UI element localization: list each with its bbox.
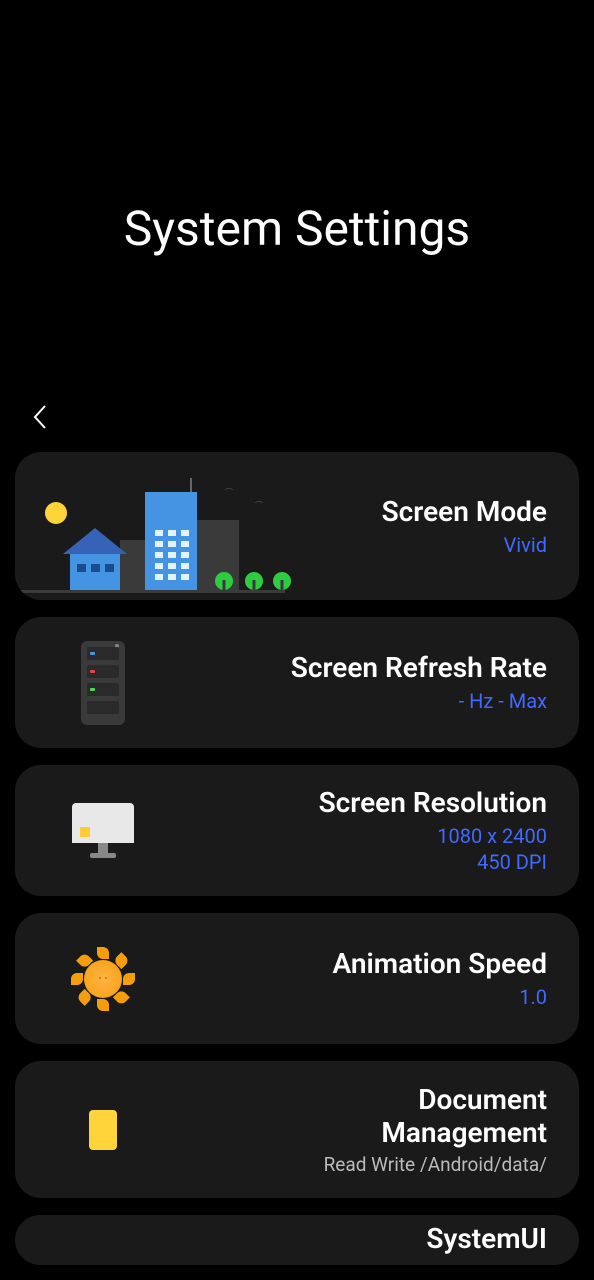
monitor-icon <box>72 803 134 858</box>
refresh-rate-card[interactable]: Screen Refresh Rate - Hz - Max <box>15 617 579 748</box>
card-icon-area <box>33 641 173 725</box>
card-text: Screen Resolution 1080 x 2400 450 DPI <box>173 786 547 875</box>
card-text: Screen Mode Vivid <box>285 495 547 558</box>
setting-value: 1080 x 2400 450 DPI <box>173 823 547 875</box>
header: System Settings <box>0 0 594 257</box>
sun-icon: • • <box>75 951 131 1007</box>
systemui-card[interactable]: SystemUI <box>15 1215 579 1265</box>
animation-speed-card[interactable]: • • Animation Speed 1.0 <box>15 913 579 1044</box>
document-icon <box>89 1110 117 1150</box>
setting-title: Screen Resolution <box>173 786 547 819</box>
setting-value: 1.0 <box>173 984 547 1010</box>
setting-subtitle: Read Write /Android/data/ <box>173 1153 547 1176</box>
setting-value: - Hz - Max <box>173 688 547 714</box>
setting-title: SystemUI <box>33 1222 547 1255</box>
back-button[interactable] <box>28 402 58 432</box>
card-text: Animation Speed 1.0 <box>173 947 547 1010</box>
card-icon-area <box>33 803 173 858</box>
chevron-left-icon <box>28 402 52 432</box>
screen-mode-card[interactable]: ⌒ ⌒ Screen Mode Vivid <box>15 452 579 600</box>
resolution-card[interactable]: Screen Resolution 1080 x 2400 450 DPI <box>15 765 579 896</box>
setting-title: Screen Mode <box>285 495 547 528</box>
card-text: SystemUI <box>33 1222 547 1259</box>
setting-title: Animation Speed <box>173 947 547 980</box>
setting-title: Document Management <box>173 1083 547 1149</box>
setting-value: Vivid <box>285 532 547 558</box>
setting-title: Screen Refresh Rate <box>173 651 547 684</box>
card-text: Screen Refresh Rate - Hz - Max <box>173 651 547 714</box>
settings-list: ⌒ ⌒ Screen Mode Vivid Screen Refresh Rat… <box>0 452 594 1265</box>
city-illustration-icon: ⌒ ⌒ <box>15 452 285 600</box>
page-title: System Settings <box>0 200 594 257</box>
card-icon-area <box>33 1110 173 1150</box>
card-icon-area: • • <box>33 951 173 1007</box>
server-rack-icon <box>81 641 125 725</box>
card-text: Document Management Read Write /Android/… <box>173 1083 547 1176</box>
document-management-card[interactable]: Document Management Read Write /Android/… <box>15 1061 579 1198</box>
